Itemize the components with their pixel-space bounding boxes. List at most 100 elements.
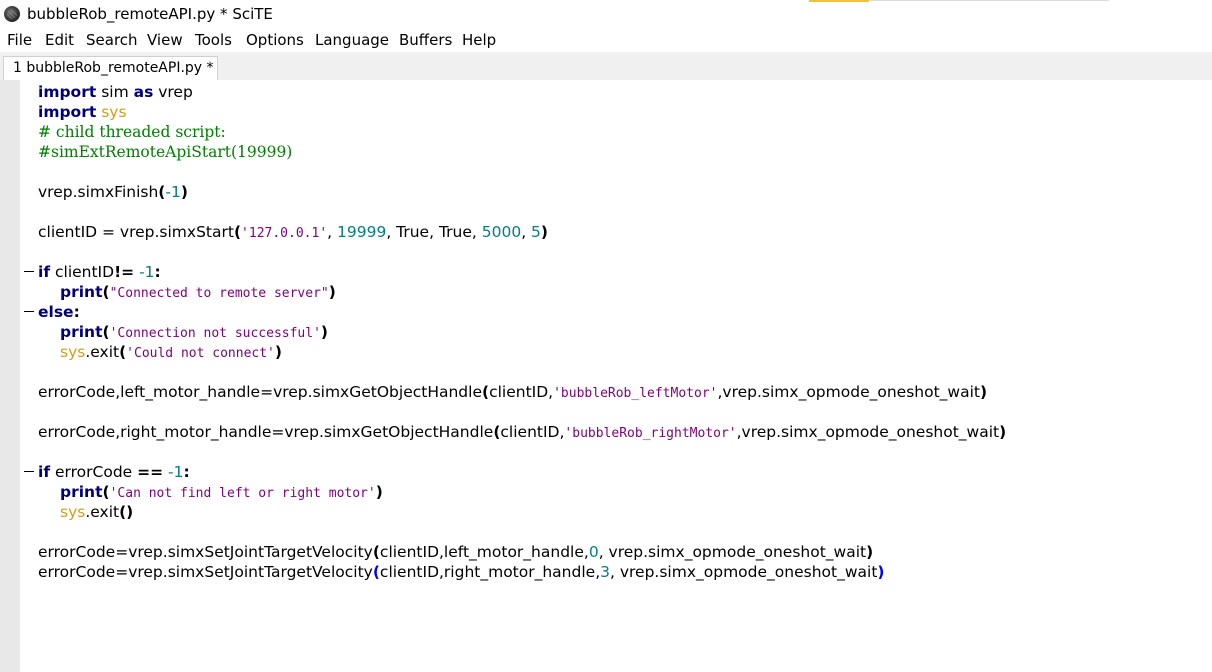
comment: # child threaded script: <box>38 123 226 141</box>
line-margin[interactable] <box>0 80 20 672</box>
code-line-13[interactable]: print('Connection not successful') <box>60 322 328 344</box>
number: 19999 <box>337 223 387 241</box>
code-text: ,vrep.simx_opmode_oneshot_wait <box>717 383 980 401</box>
code-text: , vrep.simx_opmode_oneshot_wait <box>610 563 878 581</box>
code-text: , <box>521 223 532 241</box>
number: -1 <box>165 183 181 201</box>
paren: ) <box>540 223 549 241</box>
code-text: , vrep.simx_opmode_oneshot_wait <box>598 543 867 561</box>
code-line-20[interactable]: if errorCode == -1: <box>38 462 190 482</box>
string: 'Can not find left or right motor' <box>109 486 376 501</box>
keyword: print <box>60 283 103 301</box>
menu-bar: File Edit Search View Tools Options Lang… <box>0 28 1212 52</box>
paren: ( <box>372 543 380 561</box>
code-text: clientID = vrep.simxStart <box>38 223 234 241</box>
menu-file[interactable]: File <box>7 31 32 49</box>
number: 5000 <box>481 223 522 241</box>
paren: ) <box>979 383 988 401</box>
number: 3 <box>600 563 610 581</box>
string: "Connected to remote server" <box>109 286 329 301</box>
string: 'bubbleRob_leftMotor' <box>553 386 718 401</box>
paren: ) <box>999 423 1007 441</box>
code-text: errorCode,right_motor_handle=vrep.simxGe… <box>38 423 494 441</box>
code-text: errorCode=vrep.simxSetJointTargetVelocit… <box>38 563 373 581</box>
code-text: clientID, <box>489 383 554 401</box>
operator: != <box>114 263 135 281</box>
menu-tools[interactable]: Tools <box>195 31 232 49</box>
module-name: sys <box>60 503 86 521</box>
code-line-10[interactable]: if clientID!= -1: <box>38 262 161 282</box>
code-text: errorCode,left_motor_handle=vrep.simxGet… <box>38 383 482 401</box>
menu-language[interactable]: Language <box>315 31 389 49</box>
code-text: vrep <box>153 83 193 101</box>
title-bar: bubbleRob_remoteAPI.py * SciTE <box>0 0 1212 28</box>
code-text: vrep.simxFinish <box>38 183 159 201</box>
code-line-24[interactable]: errorCode=vrep.simxSetJointTargetVelocit… <box>38 542 873 562</box>
code-line-12[interactable]: else: <box>38 302 80 322</box>
code-text: , <box>327 223 337 241</box>
tab-bubblerob-remoteapi[interactable]: 1 bubbleRob_remoteAPI.py * <box>3 56 218 80</box>
keyword: import <box>38 83 97 101</box>
menu-view[interactable]: View <box>147 31 183 49</box>
menu-options[interactable]: Options <box>246 31 304 49</box>
code-line-14[interactable]: sys.exit('Could not connect') <box>60 342 282 364</box>
paren: ( <box>233 223 242 241</box>
code-text: clientID,right_motor_handle, <box>379 563 601 581</box>
module-name: sys <box>101 103 127 121</box>
menu-edit[interactable]: Edit <box>45 31 74 49</box>
paren: ) <box>274 343 282 361</box>
code-line-6[interactable]: vrep.simxFinish(-1) <box>38 182 188 202</box>
code-line-16[interactable]: errorCode,left_motor_handle=vrep.simxGet… <box>38 382 987 404</box>
menu-buffers[interactable]: Buffers <box>399 31 452 49</box>
code-text: , True, True, <box>386 223 482 241</box>
paren: ) <box>180 183 188 201</box>
fold-minus-icon[interactable] <box>24 311 34 312</box>
menu-search[interactable]: Search <box>86 31 138 49</box>
code-line-22[interactable]: sys.exit() <box>60 502 133 522</box>
paren: ( <box>102 323 110 341</box>
code-text: clientID <box>50 263 115 281</box>
code-text: clientID,left_motor_handle, <box>379 543 589 561</box>
keyword: import <box>38 103 97 121</box>
code-line-8[interactable]: clientID = vrep.simxStart('127.0.0.1', 1… <box>38 222 548 244</box>
code-editor[interactable] <box>36 80 1212 672</box>
scite-app-icon[interactable] <box>4 6 20 22</box>
code-line-21[interactable]: print('Can not find left or right motor'… <box>60 482 383 504</box>
number: 0 <box>588 543 599 561</box>
code-line-2[interactable]: import sys <box>38 102 127 122</box>
window-title: bubbleRob_remoteAPI.py * SciTE <box>27 5 273 23</box>
operator: : <box>73 303 80 321</box>
paren: ) <box>375 483 383 501</box>
fold-margin[interactable] <box>20 80 36 672</box>
fold-minus-icon[interactable] <box>24 471 34 472</box>
code-line-18[interactable]: errorCode,right_motor_handle=vrep.simxGe… <box>38 422 1006 444</box>
paren: ( <box>102 283 110 301</box>
code-text: ,vrep.simx_opmode_oneshot_wait <box>736 423 1000 441</box>
string: '127.0.0.1' <box>241 226 328 241</box>
keyword: else <box>38 303 74 321</box>
fold-minus-icon[interactable] <box>24 271 34 272</box>
string: 'bubbleRob_rightMotor' <box>564 426 737 441</box>
operator: == <box>137 463 164 481</box>
paren: ) <box>866 543 874 561</box>
operator: : <box>183 463 190 481</box>
code-line-4[interactable]: #simExtRemoteApiStart(19999) <box>38 142 292 162</box>
keyword: print <box>60 323 103 341</box>
code-line-3[interactable]: # child threaded script: <box>38 122 226 142</box>
string: 'Could not connect' <box>126 346 275 361</box>
operator: : <box>154 263 161 281</box>
code-text: .exit <box>85 503 120 521</box>
tab-label: 1 bubbleRob_remoteAPI.py * <box>13 60 214 76</box>
number: -1 <box>168 463 184 481</box>
code-text: clientID, <box>500 423 565 441</box>
code-line-1[interactable]: import sim as vrep <box>38 82 193 102</box>
matched-brace: ( <box>372 563 380 581</box>
paren: () <box>119 503 134 521</box>
keyword: print <box>60 483 103 501</box>
menu-help[interactable]: Help <box>462 31 496 49</box>
string: 'Connection not successful' <box>109 326 321 341</box>
code-line-11[interactable]: print("Connected to remote server") <box>60 282 336 304</box>
title-accent-line <box>809 0 869 2</box>
module-name: sys <box>60 343 86 361</box>
code-line-25[interactable]: errorCode=vrep.simxSetJointTargetVelocit… <box>38 562 885 582</box>
